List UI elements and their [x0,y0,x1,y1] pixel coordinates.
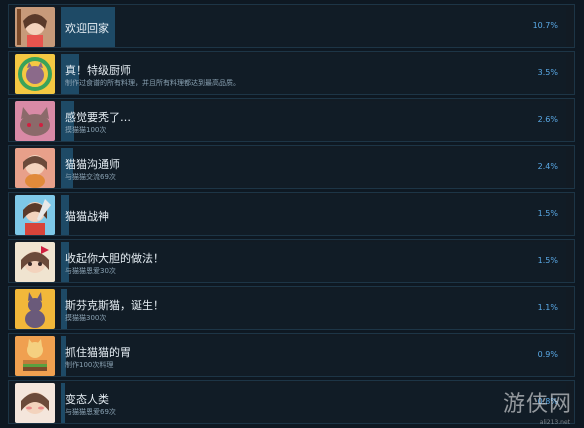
achievement-title: 变态人类 [65,393,109,406]
warrior-girl-icon [15,195,55,235]
achievement-description: 与猫猫恩爱30次 [65,267,116,275]
achievement-percent: 0.9% [537,350,558,359]
achievement-row[interactable]: 欢迎回家 10.7% [8,4,575,48]
achievement-title: 抓住猫猫的胃 [65,346,131,359]
progress-track [61,54,566,94]
achievement-description: 制作过食谱的所有料理，并且所有料理都达到最高品质。 [65,79,240,87]
progress-track [61,383,566,423]
progress-track [61,336,566,376]
achievement-row[interactable]: 感觉要秃了… 摸猫猫100次 2.6% [8,98,575,142]
progress-track [61,195,566,235]
progress-track [61,101,566,141]
cat-wreath-icon [15,54,55,94]
achievement-row[interactable]: 收起你大胆的做法！ 与猫猫恩爱30次 1.5% [8,239,575,283]
achievement-title: 猫猫沟通师 [65,158,120,171]
cat-burger-icon [15,336,55,376]
achievement-description: 制作100次料理 [65,361,114,369]
watermark-url: ali213.net [539,419,570,426]
progress-track [61,148,566,188]
achievement-row[interactable]: 斯芬克斯猫，诞生！ 摸猫猫300次 1.1% [8,286,575,330]
achievement-description: 摸猫猫300次 [65,314,107,322]
achievement-title: 欢迎回家 [65,22,109,35]
girl-bow-icon [15,242,55,282]
watermark-logo: 游侠网 [502,392,572,417]
achievement-list: 欢迎回家 10.7% 真！特级厨师 制作过食谱的所有料理，并且所有料理都达到最高… [0,0,584,428]
achievement-title: 感觉要秃了… [65,111,131,124]
achievement-percent: 2.4% [537,162,558,171]
achievement-row[interactable]: 变态人类 与猫猫恩爱69次 0.8% [8,380,575,424]
achievement-percent: 10.7% [532,21,558,30]
girl-cat-icon [15,148,55,188]
achievement-percent: 1.1% [537,303,558,312]
achievement-percent: 1.5% [537,209,558,218]
achievement-percent: 2.6% [537,115,558,124]
achievement-row[interactable]: 真！特级厨师 制作过食谱的所有料理，并且所有料理都达到最高品质。 3.5% [8,51,575,95]
achievement-title: 真！特级厨师 [65,64,131,77]
achievement-row[interactable]: 猫猫战神 1.5% [8,192,575,236]
achievement-row[interactable]: 抓住猫猫的胃 制作100次料理 0.9% [8,333,575,377]
achievement-title: 斯芬克斯猫，诞生！ [65,299,164,312]
girl-blush-icon [15,383,55,423]
achievement-percent: 3.5% [537,68,558,77]
achievement-percent: 1.5% [537,256,558,265]
achievement-description: 与猫猫交流69次 [65,173,116,181]
girl-avatar-icon [15,7,55,47]
cat-face-icon [15,101,55,141]
achievement-description: 摸猫猫100次 [65,126,107,134]
achievement-row[interactable]: 猫猫沟通师 与猫猫交流69次 2.4% [8,145,575,189]
achievement-title: 猫猫战神 [65,210,109,223]
progress-track [61,7,566,47]
achievement-description: 与猫猫恩爱69次 [65,408,116,416]
sphinx-cat-icon [15,289,55,329]
achievement-title: 收起你大胆的做法！ [65,252,164,265]
